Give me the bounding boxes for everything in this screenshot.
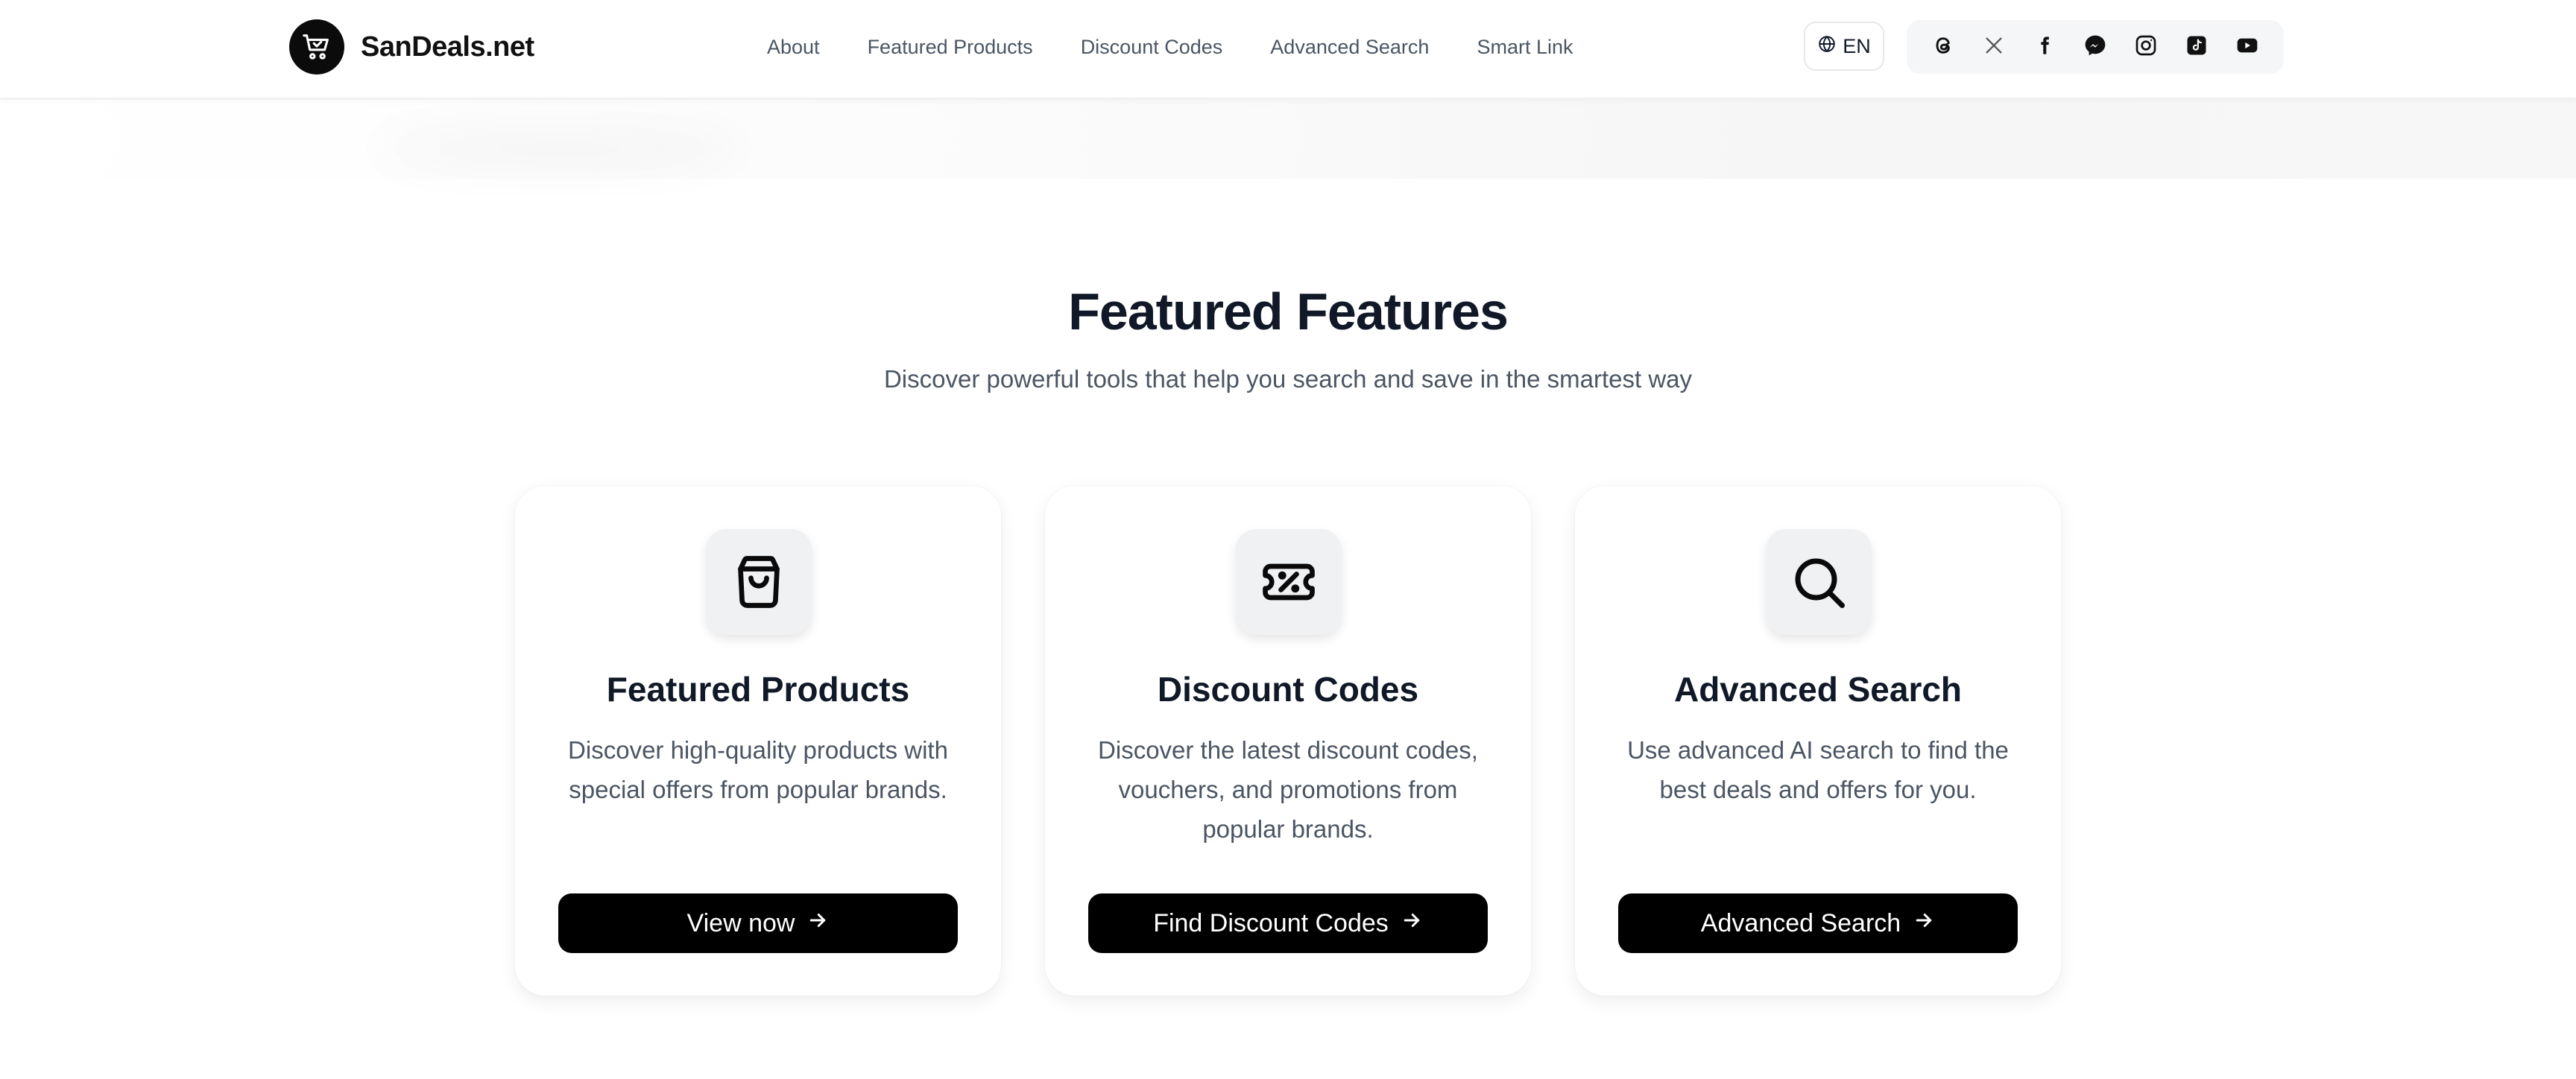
tiktok-icon bbox=[2185, 34, 2208, 60]
messenger-link[interactable] bbox=[2077, 29, 2113, 65]
nav-advanced-search[interactable]: Advanced Search bbox=[1270, 36, 1429, 59]
nav-featured-products[interactable]: Featured Products bbox=[868, 36, 1033, 59]
card-description: Discover high-quality products with spec… bbox=[568, 736, 948, 803]
language-label: EN bbox=[1843, 34, 1871, 57]
tiktok-link[interactable] bbox=[2179, 29, 2214, 65]
page: SanDeals.net About Featured Products Dis… bbox=[0, 0, 2576, 1079]
instagram-icon bbox=[2134, 34, 2158, 61]
card-title: Advanced Search bbox=[1673, 670, 1963, 709]
search-icon bbox=[1766, 529, 1872, 635]
facebook-icon bbox=[2034, 35, 2055, 60]
threads-icon bbox=[1931, 34, 1955, 61]
feature-card-advanced-search: Advanced Search Use advanced AI search t… bbox=[1575, 486, 2061, 996]
arrow-right-icon bbox=[806, 909, 829, 938]
brand-logo-icon bbox=[289, 19, 344, 75]
feature-card-discount-codes: Discount Codes Discover the latest disco… bbox=[1045, 486, 1531, 996]
youtube-icon bbox=[2235, 34, 2259, 61]
messenger-icon bbox=[2083, 34, 2107, 61]
arrow-right-icon bbox=[1913, 909, 1935, 938]
nav-smart-link[interactable]: Smart Link bbox=[1477, 36, 1573, 59]
button-label: View now bbox=[686, 908, 795, 937]
button-label: Advanced Search bbox=[1700, 908, 1901, 937]
card-title: Discount Codes bbox=[1157, 670, 1419, 709]
globe-icon bbox=[1817, 34, 1837, 59]
ticket-percent-icon bbox=[1236, 529, 1342, 635]
card-description: Use advanced AI search to find the best … bbox=[1627, 736, 2009, 803]
instagram-link[interactable] bbox=[2128, 29, 2164, 65]
youtube-link[interactable] bbox=[2229, 29, 2265, 65]
nav-discount-codes[interactable]: Discount Codes bbox=[1081, 36, 1223, 59]
threads-link[interactable] bbox=[1925, 29, 1961, 65]
x-icon bbox=[1983, 35, 2004, 60]
view-now-button[interactable]: View now bbox=[558, 893, 958, 953]
find-discount-codes-button[interactable]: Find Discount Codes bbox=[1088, 893, 1488, 953]
button-label: Find Discount Codes bbox=[1153, 908, 1389, 937]
shopping-bag-icon bbox=[706, 529, 812, 635]
main-nav: About Featured Products Discount Codes A… bbox=[767, 30, 1573, 64]
card-title: Featured Products bbox=[606, 670, 910, 709]
section-title: Featured Features bbox=[1068, 282, 1509, 341]
brand-name: SanDeals.net bbox=[361, 31, 534, 63]
section-subtitle: Discover powerful tools that help you se… bbox=[883, 365, 1693, 393]
social-links bbox=[1907, 20, 2284, 74]
brand-link[interactable]: SanDeals.net bbox=[289, 19, 534, 75]
arrow-right-icon bbox=[1401, 909, 1423, 938]
feature-card-featured-products: Featured Products Discover high-quality … bbox=[515, 486, 1001, 996]
language-selector[interactable]: EN bbox=[1804, 22, 1884, 71]
site-header: SanDeals.net About Featured Products Dis… bbox=[0, 0, 2576, 100]
nav-about[interactable]: About bbox=[767, 36, 820, 59]
card-description: Discover the latest discount codes, vouc… bbox=[1098, 736, 1478, 843]
advanced-search-button[interactable]: Advanced Search bbox=[1618, 893, 2018, 953]
facebook-link[interactable] bbox=[2027, 29, 2062, 65]
x-link[interactable] bbox=[1976, 29, 2012, 65]
